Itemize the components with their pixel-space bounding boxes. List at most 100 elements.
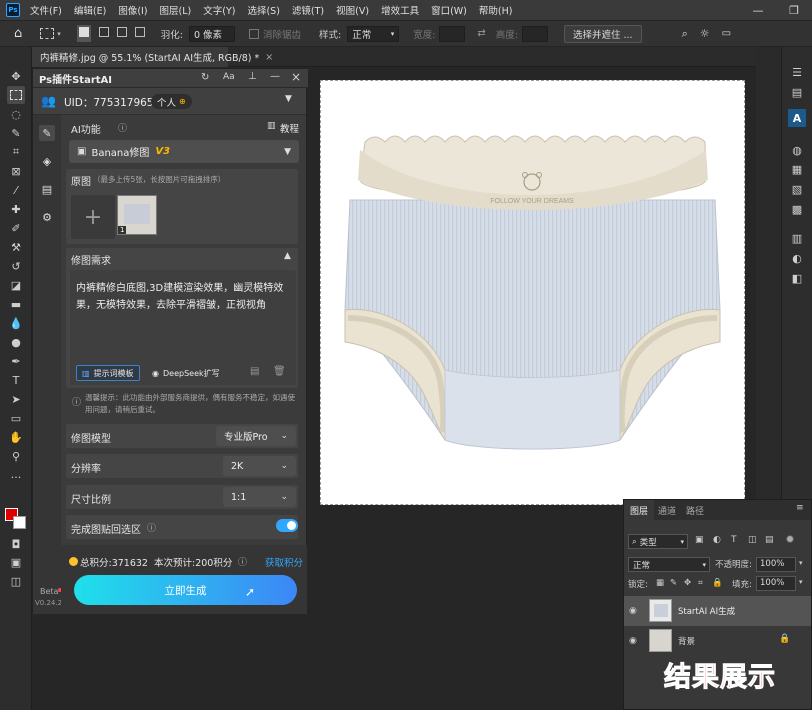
path-select-icon[interactable]: ➤ bbox=[7, 390, 25, 408]
lightbulb-icon[interactable]: ☼ bbox=[700, 27, 710, 40]
lock-move-icon[interactable]: ✥ bbox=[684, 578, 691, 588]
filter-toggle[interactable] bbox=[786, 535, 794, 543]
color-panel-icon[interactable]: ◍ bbox=[788, 141, 806, 159]
menu-view[interactable]: 视图(V) bbox=[336, 3, 369, 17]
menu-type[interactable]: 文字(Y) bbox=[203, 3, 235, 17]
paste-back-toggle[interactable] bbox=[276, 519, 298, 532]
screen-mode-icon[interactable]: ▣ bbox=[7, 553, 25, 571]
account-type-badge[interactable]: 个人 ⊕ bbox=[151, 94, 192, 109]
menu-filter[interactable]: 滤镜(T) bbox=[292, 3, 324, 17]
chevron-up-icon[interactable]: ▲ bbox=[284, 251, 291, 261]
font-size-icon[interactable]: Aa bbox=[223, 72, 235, 82]
menu-plugins[interactable]: 增效工具 bbox=[381, 3, 419, 17]
menu-file[interactable]: 文件(F) bbox=[30, 3, 62, 17]
layer-filter-select[interactable]: ⌕ 类型 ▾ bbox=[628, 534, 688, 549]
uploaded-thumbnail[interactable]: 1 bbox=[117, 195, 157, 235]
dodge-tool-icon[interactable]: ● bbox=[7, 333, 25, 351]
menu-select[interactable]: 选择(S) bbox=[247, 3, 279, 17]
quick-select-tool-icon[interactable]: ✎ bbox=[7, 124, 25, 142]
menu-image[interactable]: 图像(I) bbox=[118, 3, 147, 17]
add-selection-icon[interactable] bbox=[98, 27, 109, 40]
feather-input[interactable]: 0 像素 bbox=[188, 25, 235, 42]
history-icon[interactable]: ▤ bbox=[250, 366, 259, 377]
info-icon[interactable]: ⓘ bbox=[238, 555, 247, 568]
style-select[interactable]: 正常 ▾ bbox=[347, 25, 400, 42]
pin-icon[interactable]: ⊥ bbox=[248, 71, 257, 82]
quick-mask-icon[interactable]: ◘ bbox=[7, 535, 25, 553]
menu-help[interactable]: 帮助(H) bbox=[479, 3, 513, 17]
more-tools-icon[interactable]: ··· bbox=[7, 468, 25, 486]
info-icon[interactable]: ⓘ bbox=[147, 521, 156, 534]
layer-row[interactable]: ◉ 背景 🔒 bbox=[624, 626, 811, 656]
background-color-swatch[interactable] bbox=[13, 516, 26, 529]
type-tool-icon[interactable]: T bbox=[7, 371, 25, 389]
tab-paths[interactable]: 路径 bbox=[680, 500, 710, 520]
gradients-panel-icon[interactable]: ▧ bbox=[788, 180, 806, 198]
document-icon[interactable]: ▤ bbox=[39, 181, 55, 197]
frame-mode-icon[interactable]: ◫ bbox=[7, 572, 25, 590]
lock-all-icon[interactable]: 🔒 bbox=[712, 578, 723, 588]
marquee-tool-icon[interactable] bbox=[7, 86, 25, 104]
frame-tool-icon[interactable]: ⊠ bbox=[7, 162, 25, 180]
intersect-selection-icon[interactable] bbox=[134, 27, 145, 40]
gradient-tool-icon[interactable]: ▬ bbox=[7, 295, 25, 313]
zoom-tool-icon[interactable]: ⚲ bbox=[7, 447, 25, 465]
filter-smart-icon[interactable]: ▤ bbox=[765, 535, 774, 545]
layers-stack-icon[interactable]: ◈ bbox=[39, 153, 55, 169]
tab-channels[interactable]: 通道 bbox=[652, 500, 682, 520]
eyedropper-tool-icon[interactable]: ⁄ bbox=[7, 181, 25, 199]
requirement-textarea[interactable]: 内裤精修白底图,3D建模渲染效果，幽灵模特效果，无模特效果，去除平滑褶皱，正视视… bbox=[70, 270, 296, 385]
patterns-panel-icon[interactable]: ▩ bbox=[788, 200, 806, 218]
eye-icon[interactable]: ◉ bbox=[629, 636, 637, 646]
trash-icon[interactable]: 🗑 bbox=[273, 366, 286, 377]
refresh-icon[interactable]: ↻ bbox=[201, 72, 209, 83]
document-canvas[interactable]: FOLLOW YOUR DREAMS bbox=[320, 80, 745, 505]
fill-input[interactable]: 100% bbox=[756, 576, 796, 591]
antialias-checkbox[interactable] bbox=[248, 28, 259, 39]
marquee-preset-icon[interactable] bbox=[40, 28, 55, 39]
height-input[interactable] bbox=[522, 25, 548, 42]
move-tool-icon[interactable]: ✥ bbox=[7, 67, 25, 85]
ratio-select[interactable]: 1:1 ⌄ bbox=[223, 487, 296, 507]
document-tab[interactable]: 内裤精修.jpg @ 55.1% (StartAI AI生成, RGB/8) *… bbox=[32, 47, 273, 67]
history-panel-icon[interactable]: ☰ bbox=[788, 63, 806, 81]
new-selection-icon[interactable] bbox=[76, 25, 91, 42]
startai-panel-icon[interactable]: A bbox=[788, 109, 806, 127]
healing-brush-icon[interactable]: ✚ bbox=[7, 200, 25, 218]
get-points-link[interactable]: 获取积分 bbox=[265, 555, 303, 569]
chevron-down-icon[interactable]: ▼ bbox=[285, 94, 292, 104]
tutorial-link[interactable]: 教程 bbox=[280, 121, 299, 135]
channels-panel-icon[interactable]: ◧ bbox=[788, 269, 806, 287]
info-icon[interactable]: ⓘ bbox=[118, 121, 127, 134]
menu-edit[interactable]: 编辑(E) bbox=[74, 3, 106, 17]
eye-icon[interactable]: ◉ bbox=[629, 606, 637, 616]
pen-tool-icon[interactable]: ✒ bbox=[7, 352, 25, 370]
prompt-template-button[interactable]: ▥ 提示词模板 bbox=[76, 365, 140, 381]
layer-row[interactable]: ◉ StartAI AI生成 bbox=[624, 596, 811, 626]
minimize-icon[interactable]: — bbox=[740, 0, 776, 20]
select-and-mask-button[interactable]: 选择并遮住 ... bbox=[564, 24, 642, 43]
swap-icon[interactable]: ⇄ bbox=[477, 28, 485, 39]
filter-type-icon[interactable]: T bbox=[731, 535, 737, 545]
deepseek-button[interactable]: ◉ DeepSeek扩写 bbox=[148, 365, 224, 381]
lock-artboard-icon[interactable]: ⌗ bbox=[698, 578, 703, 588]
settings-icon[interactable]: ⚙ bbox=[39, 209, 55, 225]
properties-panel-icon[interactable]: ▤ bbox=[788, 83, 806, 101]
add-image-button[interactable]: + bbox=[71, 195, 115, 239]
retouch-model-select[interactable]: 专业版Pro ⌄ bbox=[216, 426, 296, 446]
workspace-icon[interactable]: ▭ bbox=[722, 28, 731, 39]
chevron-down-icon[interactable]: ▾ bbox=[799, 578, 803, 586]
lock-paint-icon[interactable]: ✎ bbox=[670, 578, 677, 588]
blur-tool-icon[interactable]: 💧 bbox=[7, 314, 25, 332]
filter-pixel-icon[interactable]: ▣ bbox=[695, 535, 704, 545]
panel-menu-icon[interactable]: ≡ bbox=[796, 503, 804, 513]
tab-layers[interactable]: 图层 bbox=[624, 500, 655, 520]
search-icon[interactable]: ⌕ bbox=[682, 27, 688, 41]
restore-icon[interactable]: ❐ bbox=[776, 0, 812, 20]
libraries-panel-icon[interactable]: ▥ bbox=[788, 229, 806, 247]
adjustments-panel-icon[interactable]: ◐ bbox=[788, 249, 806, 267]
lock-pixels-icon[interactable]: ▦ bbox=[656, 578, 664, 588]
chevron-down-icon[interactable]: ▾ bbox=[57, 30, 61, 38]
crop-tool-icon[interactable]: ⌗ bbox=[7, 143, 25, 161]
swatches-panel-icon[interactable]: ▦ bbox=[788, 160, 806, 178]
